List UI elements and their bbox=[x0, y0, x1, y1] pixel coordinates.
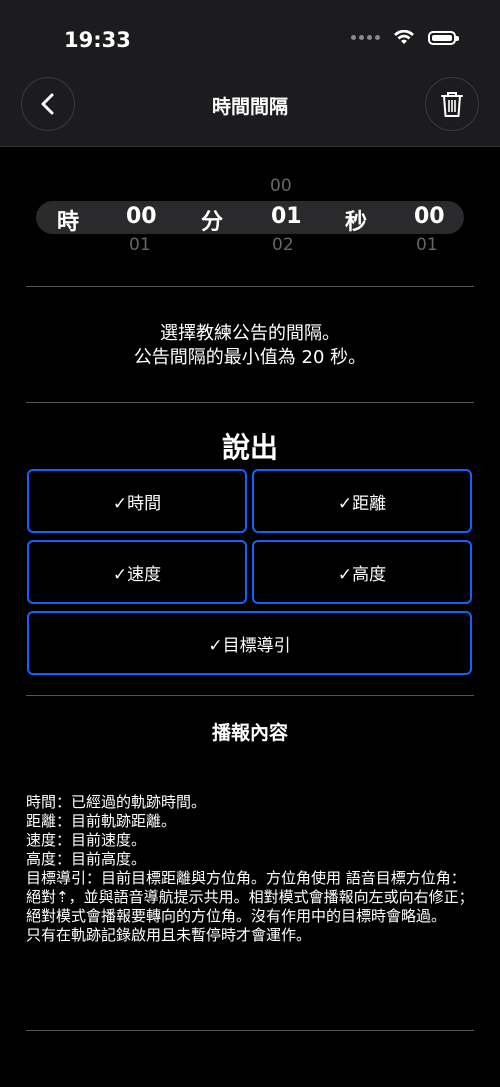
toggle-label: ✓速度 bbox=[112, 564, 162, 585]
status-icons bbox=[351, 30, 459, 45]
say-section-title: 說出 bbox=[221, 431, 278, 464]
content-line: 距離：目前軌跡距離。 bbox=[26, 812, 177, 830]
description-line: 選擇教練公告的間隔。 bbox=[160, 323, 340, 344]
cellular-icon bbox=[351, 35, 380, 40]
status-time: 19:33 bbox=[64, 28, 131, 52]
hours-below-value: 01 bbox=[129, 235, 151, 255]
toggle-label: ✓時間 bbox=[112, 493, 162, 514]
toggle-altitude[interactable]: ✓高度 bbox=[252, 540, 472, 604]
toggle-label: ✓目標導引 bbox=[208, 635, 291, 656]
divider bbox=[26, 695, 474, 696]
toggle-time[interactable]: ✓時間 bbox=[27, 469, 247, 533]
content-line: 目標導引：目前目標距離與方位角。方位角使用 語音目標方位角：絕對⇡，並與語音導航… bbox=[26, 869, 474, 925]
minutes-below-value: 02 bbox=[272, 235, 294, 255]
minutes-label: 分 bbox=[201, 210, 224, 235]
hours-label: 時 bbox=[57, 210, 80, 235]
picker-selection-band bbox=[36, 201, 464, 234]
wifi-icon bbox=[394, 30, 414, 45]
delete-button[interactable] bbox=[425, 77, 479, 131]
interval-picker[interactable]: 00 時 00 分 01 秒 00 01 02 01 bbox=[0, 146, 500, 286]
toggle-speed[interactable]: ✓速度 bbox=[27, 540, 247, 604]
divider bbox=[26, 1030, 474, 1031]
toggle-target-guidance[interactable]: ✓目標導引 bbox=[27, 611, 472, 675]
content-description: 時間：已經過的軌跡時間。 距離：目前軌跡距離。 速度：目前速度。 高度：目前高度… bbox=[26, 793, 478, 945]
seconds-below-value: 01 bbox=[416, 235, 438, 255]
status-bar: 19:33 bbox=[0, 0, 500, 80]
toggle-distance[interactable]: ✓距離 bbox=[252, 469, 472, 533]
hours-value[interactable]: 00 bbox=[126, 204, 157, 229]
navigation-bar: 時間間隔 bbox=[0, 77, 500, 147]
content-line: 時間：已經過的軌跡時間。 bbox=[26, 793, 207, 811]
content-line: 高度：目前高度。 bbox=[26, 850, 147, 868]
content-line: 速度：目前速度。 bbox=[26, 831, 147, 849]
toggle-label: ✓高度 bbox=[337, 564, 387, 585]
description-line: 公告間隔的最小值為 20 秒。 bbox=[133, 347, 367, 368]
battery-icon bbox=[428, 30, 459, 45]
divider bbox=[26, 402, 474, 403]
seconds-value[interactable]: 00 bbox=[414, 204, 445, 229]
divider bbox=[26, 286, 474, 287]
minutes-value[interactable]: 01 bbox=[271, 204, 302, 229]
content-line: 只有在軌跡記錄啟用且未暫停時才會運作。 bbox=[26, 926, 312, 944]
interval-description: 選擇教練公告的間隔。 公告間隔的最小值為 20 秒。 bbox=[0, 322, 500, 370]
seconds-label: 秒 bbox=[345, 210, 368, 235]
minutes-above-value: 00 bbox=[270, 176, 292, 196]
trash-icon bbox=[441, 92, 463, 117]
content-section-title: 播報內容 bbox=[211, 722, 288, 744]
toggle-label: ✓距離 bbox=[337, 493, 387, 514]
